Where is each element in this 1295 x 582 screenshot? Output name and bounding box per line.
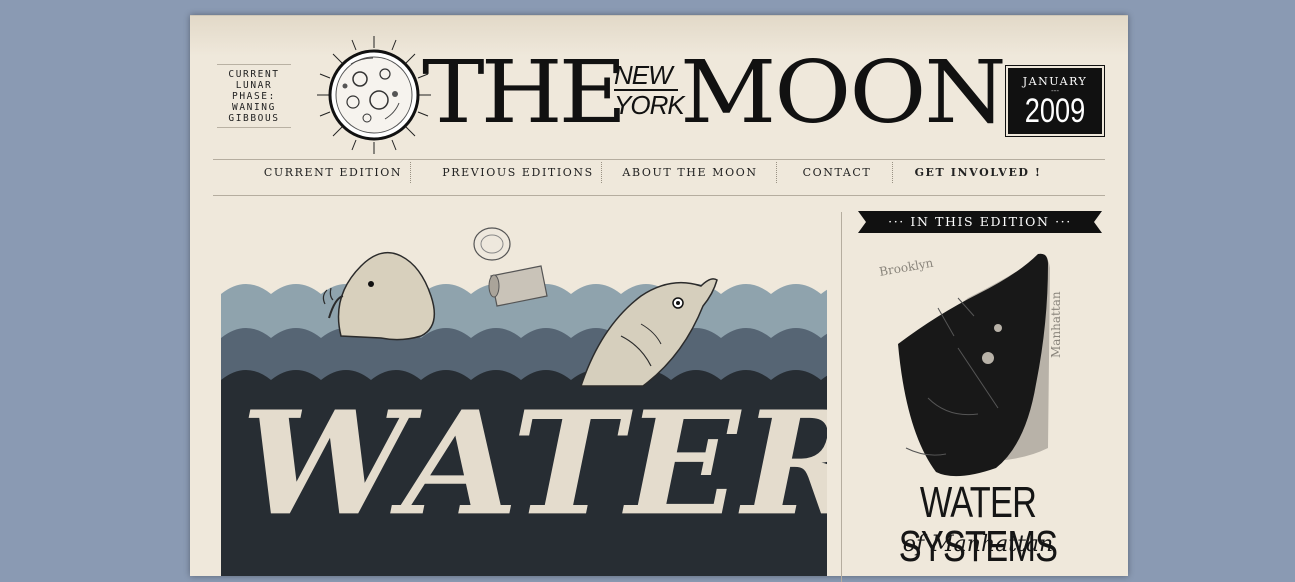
lunar-phase-box: CURRENT LUNAR PHASE: WANING GIBBOUS — [217, 64, 291, 128]
nav-divider — [892, 162, 893, 183]
phase-line: GIBBOUS — [228, 113, 280, 124]
in-this-edition-banner: ··· IN THIS EDITION ··· — [858, 211, 1102, 233]
nav-contact[interactable]: CONTACT — [797, 160, 877, 195]
masthead-title-the: THE — [422, 42, 627, 143]
newspaper-page: CURRENT LUNAR PHASE: WANING GIBBOUS THE … — [190, 15, 1128, 582]
moon-icon[interactable] — [315, 34, 433, 156]
map-label-brooklyn: Brooklyn — [878, 256, 934, 279]
nav-divider — [410, 162, 411, 183]
map-label-manhattan: Manhattan — [1049, 291, 1063, 358]
manhattan-map[interactable]: Brooklyn Manhattan — [878, 248, 1078, 488]
nav-current-edition[interactable]: CURRENT EDITION — [249, 160, 417, 195]
banner-label: ··· IN THIS EDITION ··· — [888, 214, 1072, 229]
phase-line: CURRENT — [228, 69, 280, 80]
nav-get-involved[interactable]: GET INVOLVED ! — [913, 160, 1043, 195]
masthead-new: NEW — [614, 62, 678, 91]
phase-line: PHASE: — [232, 91, 276, 102]
nav-divider — [776, 162, 777, 183]
masthead-york: YORK — [614, 90, 685, 120]
edition-date-box: JANUARY --- 2009 — [1005, 65, 1105, 137]
hero-headline: WATER — [241, 380, 827, 548]
main-navigation: CURRENT EDITION PREVIOUS EDITIONS ABOUT … — [213, 159, 1105, 196]
hero-illustration[interactable]: WATER — [221, 214, 827, 576]
phase-line: WANING — [232, 102, 276, 113]
masthead-title-new-york: NEW YORK — [614, 62, 685, 120]
phase-line: LUNAR — [235, 80, 273, 91]
masthead-title-moon: MOON — [680, 42, 1007, 143]
edition-year: 2009 — [1024, 92, 1086, 130]
nav-about-the-moon[interactable]: ABOUT THE MOON — [617, 160, 763, 195]
column-divider — [841, 212, 842, 582]
feature-subtitle: of Manhattan — [902, 532, 1054, 557]
nav-previous-editions[interactable]: PREVIOUS EDITIONS — [433, 160, 603, 195]
nav-divider — [601, 162, 602, 183]
